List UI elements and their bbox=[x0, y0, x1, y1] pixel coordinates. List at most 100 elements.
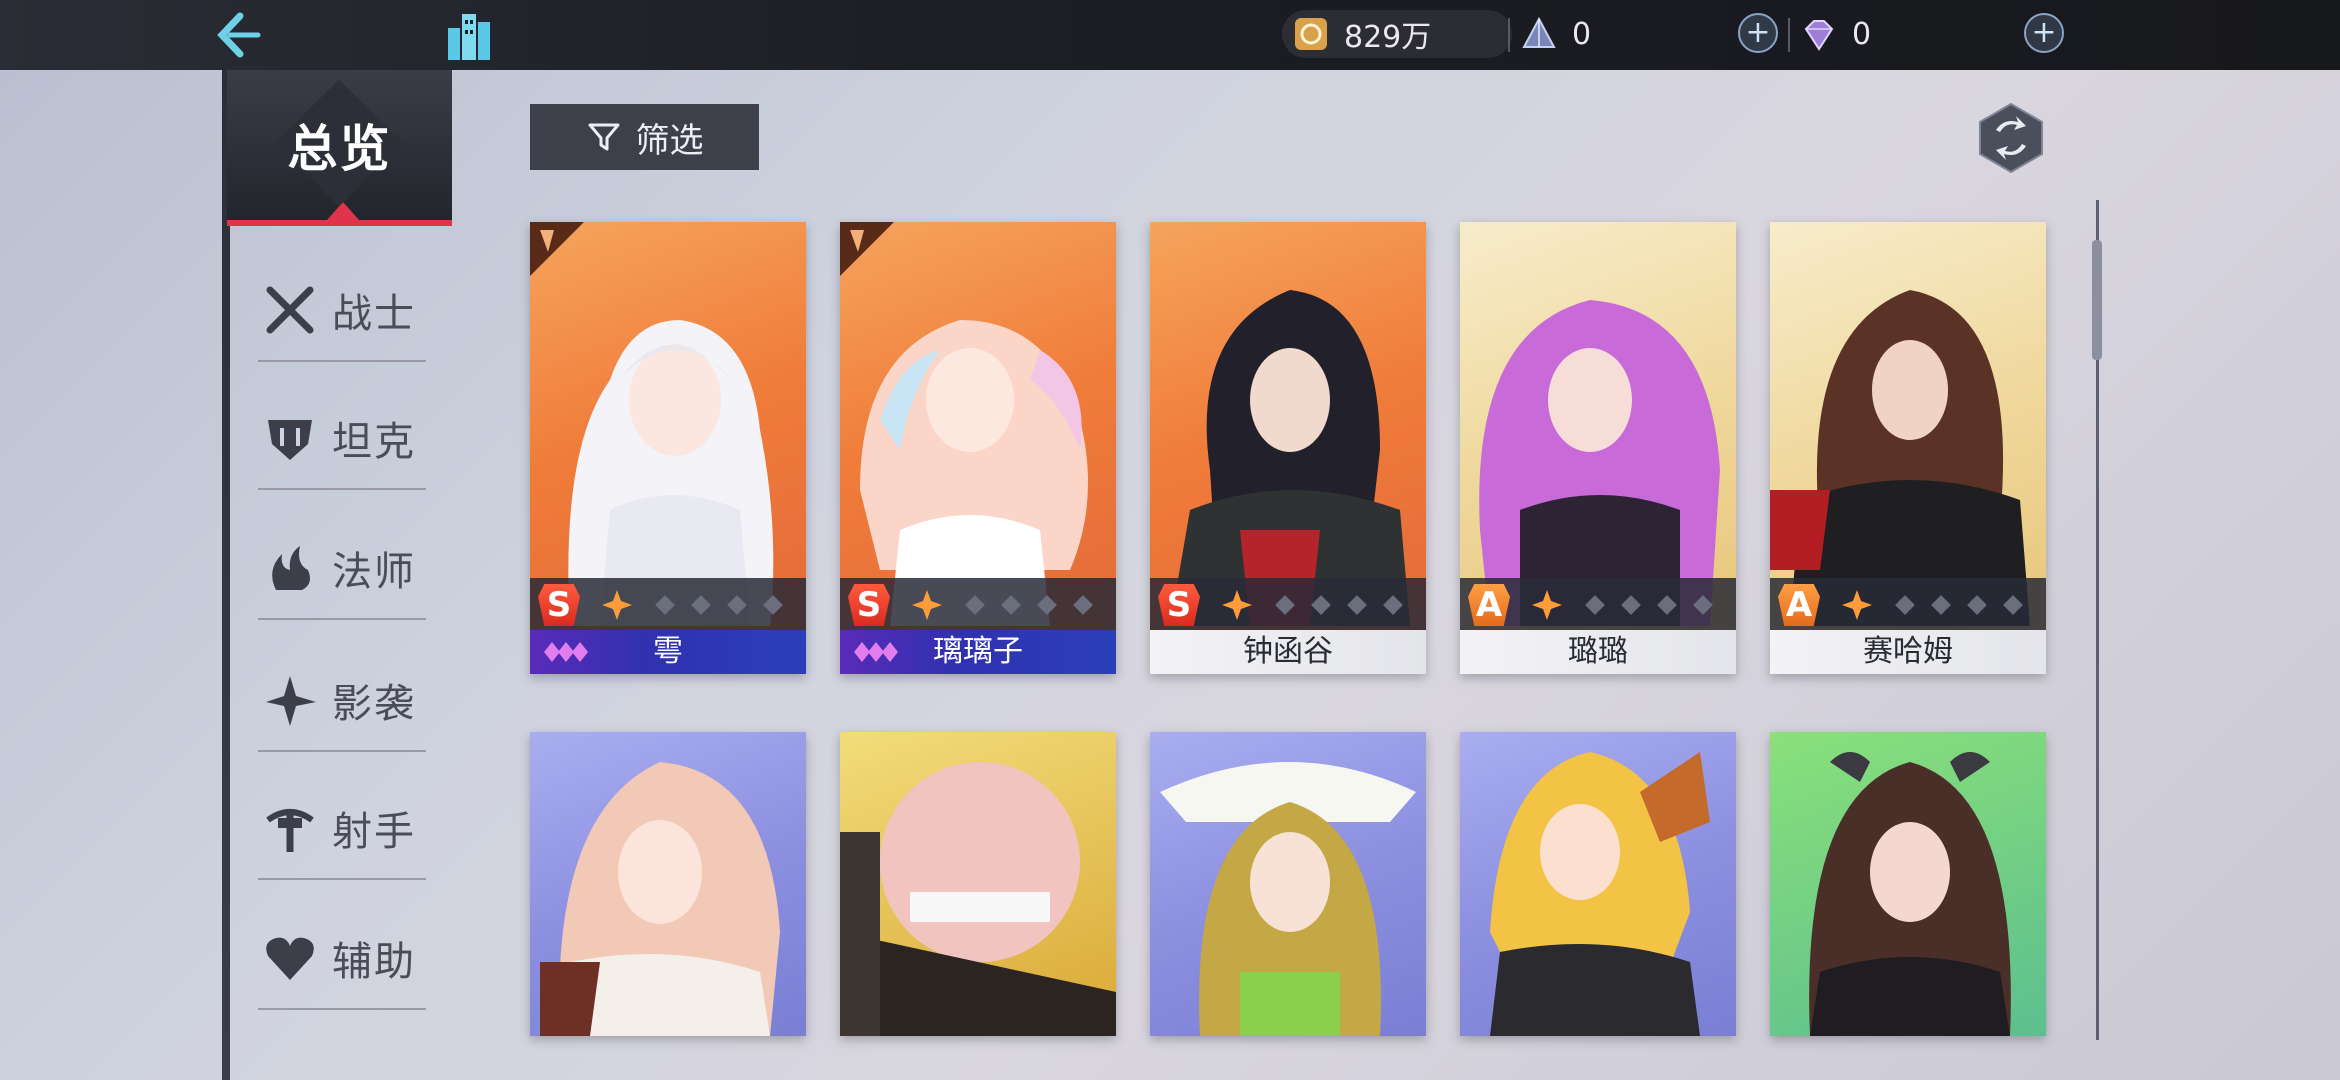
rank-badge: A bbox=[1778, 584, 1820, 626]
crystal-amount: 0 bbox=[1572, 16, 1592, 52]
diamond-gem-icon bbox=[1804, 20, 1834, 51]
star-icon bbox=[912, 590, 942, 620]
add-diamond-button[interactable]: + bbox=[2024, 13, 2064, 53]
empty-star bbox=[655, 595, 675, 615]
hero-card[interactable] bbox=[1460, 732, 1736, 1036]
star-icon bbox=[1532, 590, 1562, 620]
empty-star bbox=[1895, 595, 1915, 615]
sidebar-item-warrior[interactable]: 战士 bbox=[258, 260, 426, 362]
empty-star bbox=[1001, 595, 1021, 615]
active-indicator bbox=[327, 202, 359, 220]
shuriken-blade-icon bbox=[266, 676, 316, 726]
back-chevron-icon[interactable] bbox=[210, 8, 270, 62]
faction-emblem-icon bbox=[530, 222, 584, 276]
funnel-filter-icon bbox=[588, 123, 619, 151]
name-bar: 钟函谷 bbox=[1150, 630, 1426, 674]
empty-star bbox=[1037, 595, 1057, 615]
empty-star bbox=[965, 595, 985, 615]
name-bar: 赛哈姆 bbox=[1770, 630, 2046, 674]
character-portrait bbox=[1490, 752, 1710, 1036]
hero-card[interactable] bbox=[840, 732, 1116, 1036]
name-bar: 璃璃子 bbox=[840, 630, 1116, 674]
star-icon bbox=[1222, 590, 1252, 620]
rank-bar: A bbox=[1460, 578, 1736, 630]
crossed-swords-icon bbox=[266, 286, 314, 334]
diamond-amount: 0 bbox=[1852, 16, 1872, 52]
hero-name: 雩 bbox=[653, 634, 683, 669]
rank-badge: S bbox=[848, 584, 890, 626]
filter-button[interactable]: 筛选 bbox=[530, 104, 759, 170]
add-crystal-button[interactable]: + bbox=[1738, 13, 1778, 53]
hero-card[interactable]: S 钟函谷 bbox=[1150, 222, 1426, 674]
hero-name: 赛哈姆 bbox=[1863, 634, 1953, 669]
star-icon bbox=[602, 590, 632, 620]
rank-bar: A bbox=[1770, 578, 2046, 630]
top-bar: 829万 0 + 0 + bbox=[0, 0, 2340, 70]
hero-name: 钟函谷 bbox=[1243, 634, 1333, 669]
empty-star bbox=[727, 595, 747, 615]
hero-name: 璐璐 bbox=[1568, 634, 1628, 669]
rank-bar: S bbox=[840, 578, 1116, 630]
sidebar-item-label: 射手 bbox=[332, 809, 416, 855]
name-bar: 雩 bbox=[530, 630, 806, 674]
ur-rarity-icon bbox=[854, 642, 898, 662]
shield-helmet-icon bbox=[268, 420, 312, 460]
hero-card[interactable] bbox=[530, 732, 806, 1036]
character-portrait bbox=[1809, 752, 2011, 1036]
empty-star bbox=[1383, 595, 1403, 615]
filter-label: 筛选 bbox=[635, 120, 704, 161]
heart-icon bbox=[266, 937, 314, 980]
empty-star bbox=[763, 595, 783, 615]
sidebar-item-support[interactable]: 辅助 bbox=[258, 908, 426, 1010]
empty-star bbox=[1347, 595, 1367, 615]
sidebar-item-label: 坦克 bbox=[332, 419, 416, 465]
sidebar-item-label: 法师 bbox=[332, 549, 416, 595]
faction-emblem-icon bbox=[840, 222, 894, 276]
hero-card[interactable] bbox=[1770, 732, 2046, 1036]
hero-card[interactable]: A 璐璐 bbox=[1460, 222, 1736, 674]
empty-star bbox=[1311, 595, 1331, 615]
hero-card[interactable]: S 雩 bbox=[530, 222, 806, 674]
empty-star bbox=[1585, 595, 1605, 615]
character-portrait bbox=[1160, 762, 1416, 1036]
hero-card[interactable]: A 赛哈姆 bbox=[1770, 222, 2046, 674]
sidebar-item-tank[interactable]: 坦克 bbox=[258, 388, 426, 490]
crystal-pyramid-icon bbox=[1522, 16, 1556, 48]
tab-overview[interactable]: 总览 bbox=[227, 70, 452, 226]
gold-coin-icon bbox=[1295, 18, 1327, 50]
empty-star bbox=[1931, 595, 1951, 615]
empty-star bbox=[2003, 595, 2023, 615]
empty-star bbox=[691, 595, 711, 615]
sidebar-item-label: 影袭 bbox=[332, 681, 416, 727]
scrollbar-thumb[interactable] bbox=[2092, 240, 2102, 360]
name-bar: 璐璐 bbox=[1460, 630, 1736, 674]
empty-star bbox=[1657, 595, 1677, 615]
rank-bar: S bbox=[1150, 578, 1426, 630]
rank-badge: S bbox=[538, 584, 580, 626]
sidebar-item-mage[interactable]: 法师 bbox=[258, 518, 426, 620]
hero-name: 璃璃子 bbox=[933, 634, 1023, 669]
refresh-cycle-icon[interactable] bbox=[1976, 100, 2046, 176]
crossbow-icon bbox=[266, 809, 314, 852]
empty-star bbox=[1275, 595, 1295, 615]
sidebar-item-shooter[interactable]: 射手 bbox=[258, 778, 426, 880]
empty-star bbox=[1967, 595, 1987, 615]
star-icon bbox=[1842, 590, 1872, 620]
rank-badge: A bbox=[1468, 584, 1510, 626]
gold-resource: 829万 bbox=[1282, 10, 1512, 58]
sidebar-item-label: 辅助 bbox=[332, 939, 416, 985]
city-building-icon[interactable] bbox=[440, 6, 500, 64]
empty-star bbox=[1621, 595, 1641, 615]
ur-rarity-icon bbox=[544, 642, 588, 662]
hero-card[interactable]: S 璃璃子 bbox=[840, 222, 1116, 674]
sidebar-item-assassin[interactable]: 影袭 bbox=[258, 650, 426, 752]
sidebar-item-label: 战士 bbox=[332, 291, 416, 337]
gold-amount: 829万 bbox=[1344, 20, 1432, 55]
overview-label: 总览 bbox=[287, 120, 392, 178]
character-portrait bbox=[840, 762, 1116, 1036]
empty-star bbox=[1693, 595, 1713, 615]
magic-flame-icon bbox=[272, 546, 310, 590]
character-portrait bbox=[540, 762, 780, 1036]
empty-star bbox=[1073, 595, 1093, 615]
hero-card[interactable] bbox=[1150, 732, 1426, 1036]
